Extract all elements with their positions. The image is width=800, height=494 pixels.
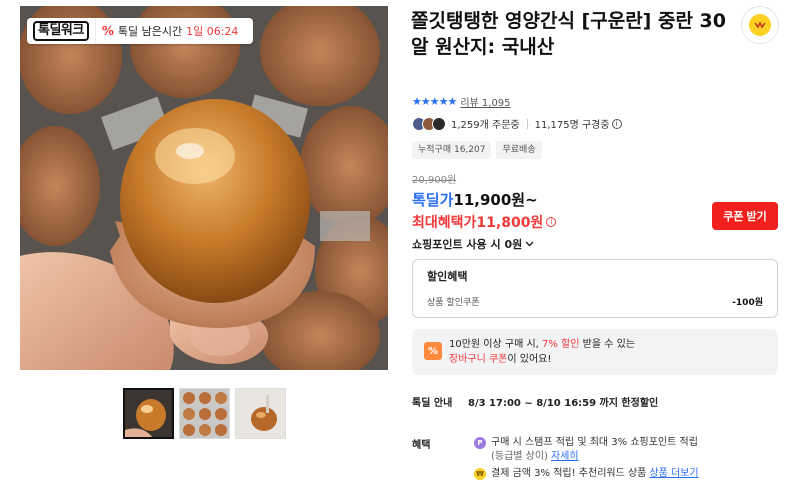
- tokdeal-logo: 톡딜워크: [27, 18, 96, 44]
- discount-label: 상품 할인쿠폰: [427, 298, 480, 308]
- cart-coupon-banner[interactable]: % 10만원 이상 구매 시, 7% 할인 받을 수 있는 장바구니 쿠폰이 있…: [412, 329, 778, 375]
- coupon-percent-icon: %: [424, 342, 442, 360]
- tag-cumulative-purchases: 누적구매 16,207: [412, 141, 492, 159]
- benefit-list: P 구매 시 스탬프 적립 및 최대 3% 쇼핑포인트 적립 (등급별 상이) 자…: [474, 436, 699, 484]
- info-icon[interactable]: i: [546, 217, 557, 227]
- thumbnail-2[interactable]: [179, 388, 230, 439]
- divider: [526, 118, 528, 129]
- benefit-item-reward: ₩ 결제 금액 3% 적립! 추천리워드 상품 상품 더보기: [474, 467, 699, 481]
- deal-timer-badge: 톡딜워크 % 톡딜 남은시간 1일 06:24: [27, 18, 253, 44]
- boiled-egg-photo: [20, 6, 388, 370]
- deal-price: 톡딜가11,900원~: [412, 191, 538, 209]
- deal-period-value: 8/3 17:00 ~ 8/10 16:59 까지 한정할인: [468, 398, 659, 409]
- benefit-label: 혜택: [412, 440, 431, 451]
- product-title: 쫄깃탱탱한 영양간식 [구운란] 중란 30알 원산지: 국내산: [411, 10, 726, 58]
- rating-stars: ★★★★★: [412, 95, 457, 108]
- discount-amount: -100원: [732, 298, 763, 308]
- chevron-down-icon: [525, 239, 534, 250]
- max-benefit-price: 최대혜택가 11,800원 i: [412, 212, 557, 232]
- thumbnail-strip: [123, 388, 286, 439]
- discount-row: 상품 할인쿠폰 -100원: [427, 295, 763, 308]
- social-proof-row: 1,259개 주문중 11,175명 구경중 i: [412, 116, 622, 131]
- discount-title: 할인혜택: [427, 270, 468, 283]
- point-icon: P: [474, 437, 486, 449]
- discount-panel: 할인혜택 상품 할인쿠폰 -100원: [412, 259, 778, 318]
- deal-period: 톡딜 안내 8/3 17:00 ~ 8/10 16:59 까지 한정할인: [412, 394, 658, 409]
- share-button[interactable]: [741, 6, 779, 44]
- product-tags: 누적구매 16,207 무료배송: [412, 141, 542, 159]
- review-link[interactable]: 리뷰 1,095: [460, 94, 510, 109]
- reward-coin-icon: ₩: [474, 468, 486, 480]
- product-main-image: 톡딜워크 % 톡딜 남은시간 1일 06:24: [20, 6, 388, 370]
- timer-label: 톡딜 남은시간: [117, 25, 183, 38]
- share-icon: [749, 14, 771, 36]
- rating-row: ★★★★★ 리뷰 1,095: [412, 94, 511, 109]
- tag-free-shipping: 무료배송: [496, 141, 542, 159]
- benefit-item-points: P 구매 시 스탬프 적립 및 최대 3% 쇼핑포인트 적립 (등급별 상이) 자…: [474, 436, 699, 464]
- thumbnail-3[interactable]: [235, 388, 286, 439]
- details-link[interactable]: 자세히: [551, 451, 579, 462]
- order-count: 1,259개 주문중: [451, 120, 520, 131]
- avatar: [432, 116, 446, 131]
- percent-icon: %: [101, 24, 114, 38]
- deal-period-label: 톡딜 안내: [412, 398, 453, 409]
- get-coupon-button[interactable]: 쿠폰 받기: [712, 202, 778, 230]
- info-icon[interactable]: i: [611, 118, 622, 129]
- more-products-link[interactable]: 상품 더보기: [649, 468, 698, 479]
- timer-value: 1일 06:24: [186, 25, 239, 38]
- original-price: 20,900원: [412, 175, 457, 186]
- watcher-count: 11,175명 구경중: [534, 120, 610, 131]
- shopping-points-toggle[interactable]: 쇼핑포인트 사용 시 0원: [412, 236, 534, 252]
- thumbnail-1[interactable]: [123, 388, 174, 439]
- buyer-avatars: [412, 116, 446, 131]
